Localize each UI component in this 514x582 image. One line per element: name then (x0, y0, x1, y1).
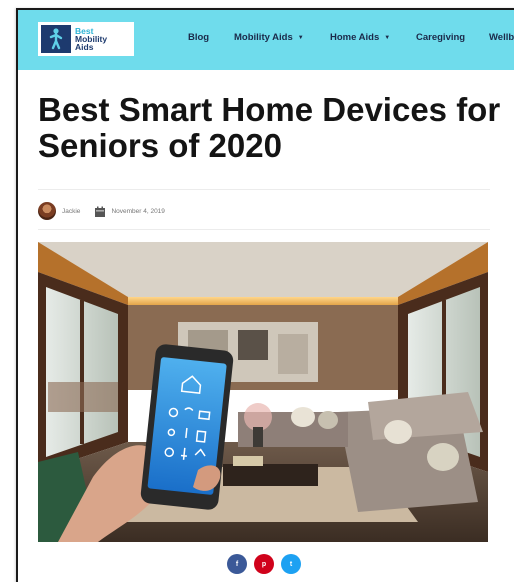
page-title: Best Smart Home Devices for Seniors of 2… (38, 91, 501, 164)
post-meta: Jackie November 4, 2019 (38, 200, 165, 222)
nav-item-home-aids[interactable]: Home Aids ▼ (330, 32, 390, 43)
calendar-icon (94, 205, 106, 217)
chevron-down-icon: ▼ (384, 34, 391, 41)
hero-image (38, 242, 488, 542)
nav-item-label: Blog (188, 32, 210, 43)
share-bar: f p t (18, 554, 514, 578)
chevron-down-icon: ▼ (297, 34, 304, 41)
avatar[interactable] (38, 202, 56, 220)
twitter-icon: t (289, 560, 293, 568)
twitter-share-button[interactable]: t (281, 554, 301, 574)
pinterest-share-button[interactable]: p (254, 554, 274, 574)
nav-item-blog[interactable]: Blog (188, 32, 209, 43)
nav-item-label: Wellb (489, 32, 514, 43)
divider (38, 189, 490, 190)
facebook-share-button[interactable]: f (227, 554, 247, 574)
pinterest-icon: p (261, 560, 267, 568)
nav-item-wellbeing[interactable]: Wellb (489, 32, 514, 43)
site-header: Best Mobility Aids Blog Mobility Aids ▼ … (18, 10, 514, 70)
post-date: November 4, 2019 (111, 207, 165, 215)
divider (38, 229, 490, 230)
nav-item-label: Caregiving (416, 32, 466, 43)
nav-item-caregiving[interactable]: Caregiving (416, 32, 465, 43)
main-nav: Blog Mobility Aids ▼ Home Aids ▼ Caregiv… (18, 32, 514, 48)
nav-item-mobility-aids[interactable]: Mobility Aids ▼ (234, 32, 304, 43)
author-name[interactable]: Jackie (62, 208, 80, 215)
facebook-icon: f (235, 560, 239, 568)
nav-item-label: Mobility Aids (234, 32, 293, 43)
nav-item-label: Home Aids (330, 32, 380, 43)
browser-viewport: Best Mobility Aids Blog Mobility Aids ▼ … (16, 8, 514, 582)
